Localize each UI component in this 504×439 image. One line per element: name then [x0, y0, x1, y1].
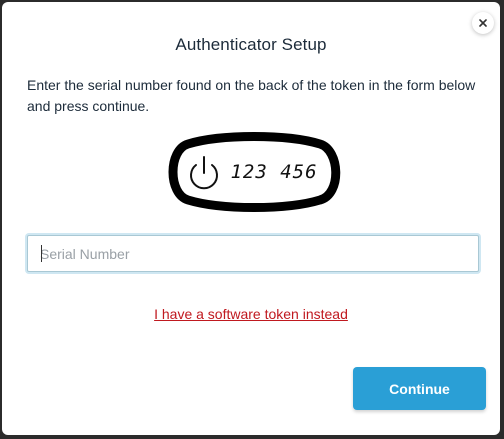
- authenticator-setup-dialog: Authenticator Setup Enter the serial num…: [2, 2, 500, 435]
- close-icon: [479, 19, 487, 27]
- continue-button[interactable]: Continue: [353, 367, 486, 410]
- software-token-link-container: I have a software token instead: [2, 306, 500, 322]
- instructions-text: Enter the serial number found on the bac…: [27, 77, 476, 114]
- serial-number-input[interactable]: [27, 235, 479, 272]
- token-display-code: 123 456: [230, 161, 317, 183]
- hardware-token-illustration: 123 456: [168, 132, 341, 212]
- text-caret: [41, 245, 42, 262]
- close-button[interactable]: [472, 12, 494, 34]
- dialog-title: Authenticator Setup: [175, 35, 327, 54]
- software-token-link[interactable]: I have a software token instead: [154, 306, 348, 322]
